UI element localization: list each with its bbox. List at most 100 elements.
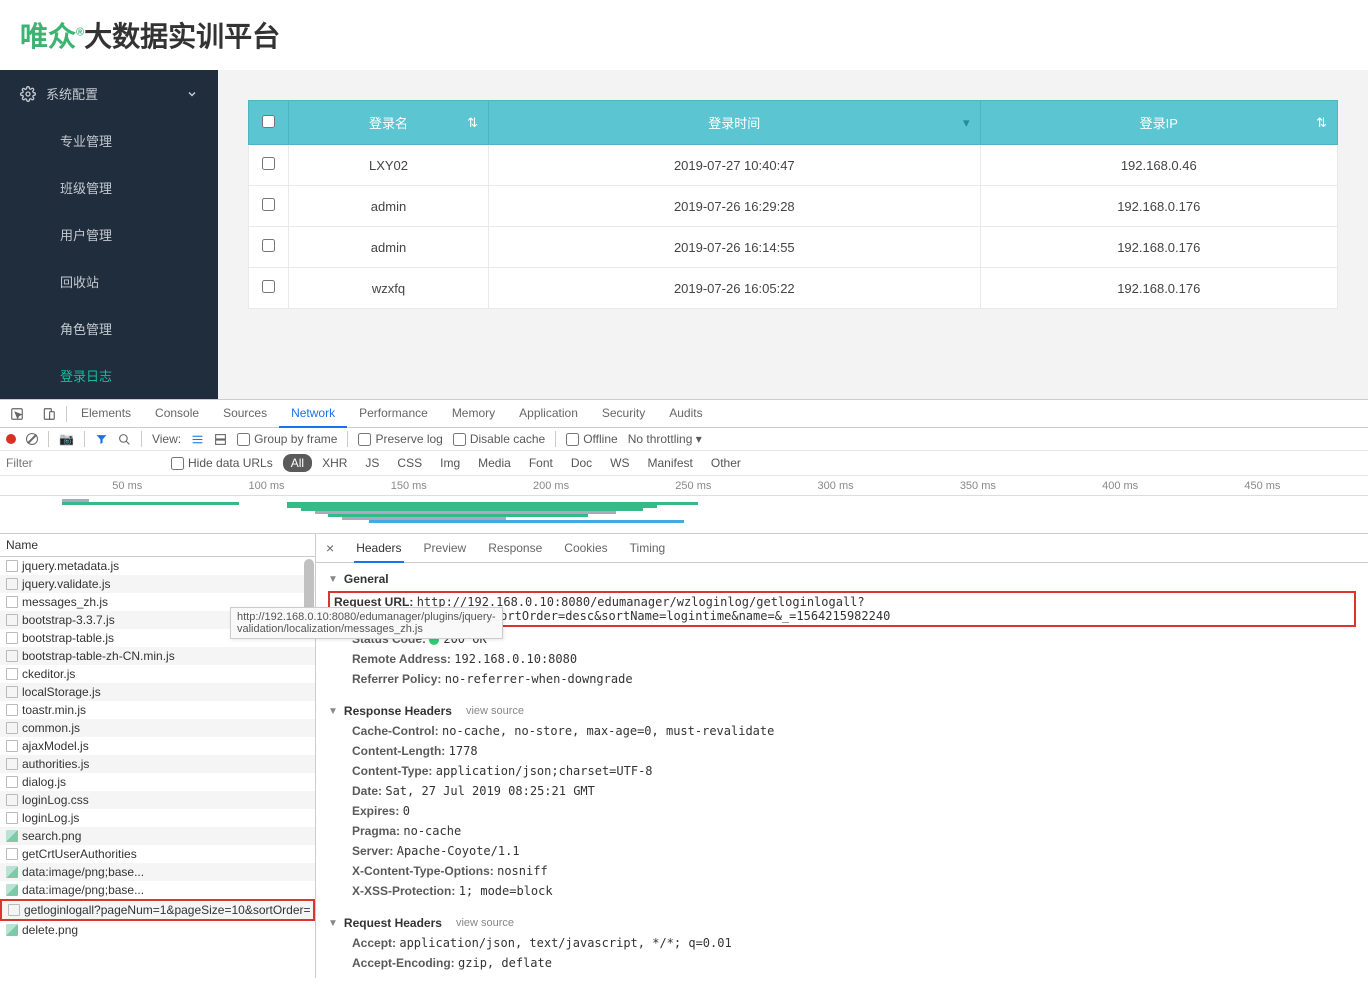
response-headers-section[interactable]: ▼Response Headersview source	[316, 701, 1368, 721]
filter-icon[interactable]	[95, 433, 108, 446]
devtools-tab-performance[interactable]: Performance	[347, 400, 440, 427]
devtools-tab-elements[interactable]: Elements	[69, 400, 143, 427]
request-item[interactable]: ajaxModel.js	[0, 737, 315, 755]
row-checkbox[interactable]	[262, 157, 275, 170]
file-icon	[6, 722, 18, 734]
request-item[interactable]: jquery.metadata.js	[0, 557, 315, 575]
row-checkbox[interactable]	[262, 280, 275, 293]
select-all-checkbox[interactable]	[262, 115, 275, 128]
request-item[interactable]: dialog.js	[0, 773, 315, 791]
request-headers-section[interactable]: ▼Request Headersview source	[316, 913, 1368, 933]
file-icon	[6, 758, 18, 770]
hide-data-urls-checkbox[interactable]: Hide data URLs	[171, 456, 273, 470]
timeline-label: 100 ms	[248, 480, 284, 492]
view-source-link[interactable]: view source	[456, 917, 514, 929]
inspect-icon[interactable]	[2, 401, 32, 427]
timeline-label: 400 ms	[1102, 480, 1138, 492]
detail-tab-preview[interactable]: Preview	[422, 535, 469, 562]
filter-type-ws[interactable]: WS	[602, 454, 637, 472]
record-button[interactable]	[6, 434, 16, 444]
sidebar-section-system[interactable]: 系统配置	[0, 70, 218, 117]
request-item[interactable]: loginLog.js	[0, 809, 315, 827]
devtools-tab-application[interactable]: Application	[507, 400, 590, 427]
cell-name: admin	[289, 186, 489, 227]
devtools-tab-memory[interactable]: Memory	[440, 400, 507, 427]
filter-type-media[interactable]: Media	[470, 454, 519, 472]
clear-button[interactable]	[26, 433, 38, 445]
file-name: bootstrap-table.js	[22, 631, 114, 645]
col-login-time[interactable]: 登录时间▾	[489, 101, 981, 145]
list-view-icon[interactable]	[191, 433, 204, 446]
filter-type-all[interactable]: All	[283, 454, 312, 472]
close-details-button[interactable]: ×	[322, 534, 338, 562]
devtools-tab-security[interactable]: Security	[590, 400, 657, 427]
row-checkbox[interactable]	[262, 198, 275, 211]
detail-tab-response[interactable]: Response	[486, 535, 544, 562]
col-login-name[interactable]: 登录名⇅	[289, 101, 489, 145]
network-controls: 📷 View: Group by frame Preserve log Disa…	[0, 428, 1368, 451]
preserve-log-checkbox[interactable]: Preserve log	[358, 432, 442, 446]
sidebar-item[interactable]: 用户管理	[0, 211, 218, 258]
request-item[interactable]: common.js	[0, 719, 315, 737]
filter-type-js[interactable]: JS	[357, 454, 387, 472]
request-item[interactable]: search.png	[0, 827, 315, 845]
request-item[interactable]: data:image/png;base...	[0, 881, 315, 899]
devtools-tab-console[interactable]: Console	[143, 400, 211, 427]
request-item[interactable]: getloginlogall?pageNum=1&pageSize=10&sor…	[0, 899, 315, 921]
search-icon[interactable]	[118, 433, 131, 446]
filter-input[interactable]	[6, 456, 161, 470]
sidebar-item[interactable]: 专业管理	[0, 117, 218, 164]
col-login-ip[interactable]: 登录IP⇅	[980, 101, 1337, 145]
sidebar-item[interactable]: 角色管理	[0, 305, 218, 352]
request-item[interactable]: authorities.js	[0, 755, 315, 773]
chevron-down-icon	[186, 88, 198, 100]
filter-type-doc[interactable]: Doc	[563, 454, 600, 472]
throttling-select[interactable]: No throttling ▾	[628, 432, 702, 446]
file-name: delete.png	[22, 923, 78, 937]
request-item[interactable]: loginLog.css	[0, 791, 315, 809]
large-view-icon[interactable]	[214, 433, 227, 446]
request-item[interactable]: delete.png	[0, 921, 315, 939]
network-timeline[interactable]: 50 ms100 ms150 ms200 ms250 ms300 ms350 m…	[0, 476, 1368, 534]
sort-icon: ⇅	[467, 115, 478, 131]
devtools-tab-network[interactable]: Network	[279, 400, 347, 428]
device-toggle-icon[interactable]	[34, 401, 64, 427]
timeline-label: 450 ms	[1244, 480, 1280, 492]
filter-type-manifest[interactable]: Manifest	[640, 454, 701, 472]
login-log-table: 登录名⇅ 登录时间▾ 登录IP⇅ LXY02 2019-07-27 10:40:…	[248, 100, 1338, 309]
row-checkbox[interactable]	[262, 239, 275, 252]
file-icon	[6, 614, 18, 626]
detail-tab-timing[interactable]: Timing	[628, 535, 668, 562]
file-name: ajaxModel.js	[22, 739, 89, 753]
detail-tab-cookies[interactable]: Cookies	[562, 535, 609, 562]
filter-type-other[interactable]: Other	[703, 454, 749, 472]
filter-type-css[interactable]: CSS	[389, 454, 430, 472]
general-section[interactable]: ▼General	[316, 569, 1368, 589]
camera-icon[interactable]: 📷	[59, 432, 74, 446]
request-item[interactable]: bootstrap-table-zh-CN.min.js	[0, 647, 315, 665]
file-name: messages_zh.js	[22, 595, 108, 609]
request-item[interactable]: data:image/png;base...	[0, 863, 315, 881]
request-item[interactable]: jquery.validate.js	[0, 575, 315, 593]
file-name: toastr.min.js	[22, 703, 86, 717]
sidebar-item[interactable]: 回收站	[0, 258, 218, 305]
request-item[interactable]: toastr.min.js	[0, 701, 315, 719]
offline-checkbox[interactable]: Offline	[566, 432, 617, 446]
name-column-header[interactable]: Name	[0, 534, 315, 557]
filter-type-img[interactable]: Img	[432, 454, 468, 472]
file-icon	[8, 904, 20, 916]
header-row: Pragma: no-cache	[316, 821, 1368, 841]
view-source-link[interactable]: view source	[466, 705, 524, 717]
disable-cache-checkbox[interactable]: Disable cache	[453, 432, 545, 446]
devtools-tab-sources[interactable]: Sources	[211, 400, 279, 427]
devtools-tab-audits[interactable]: Audits	[657, 400, 714, 427]
request-item[interactable]: getCrtUserAuthorities	[0, 845, 315, 863]
sidebar-item[interactable]: 班级管理	[0, 164, 218, 211]
detail-tab-headers[interactable]: Headers	[354, 535, 403, 563]
sidebar-item[interactable]: 登录日志	[0, 352, 218, 399]
request-item[interactable]: ckeditor.js	[0, 665, 315, 683]
group-by-frame-checkbox[interactable]: Group by frame	[237, 432, 337, 446]
request-item[interactable]: localStorage.js	[0, 683, 315, 701]
filter-type-xhr[interactable]: XHR	[314, 454, 355, 472]
filter-type-font[interactable]: Font	[521, 454, 561, 472]
